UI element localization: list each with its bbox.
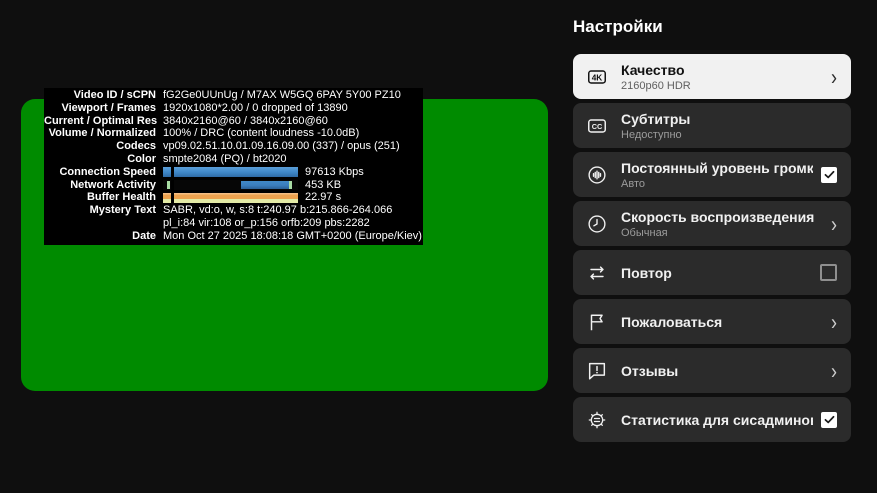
settings-item-quality[interactable]: 4K Качество 2160p60 HDR › <box>573 54 851 99</box>
settings-item-title: Субтитры <box>621 111 837 127</box>
graph-bar <box>174 180 298 190</box>
stats-label: Buffer Health <box>44 191 163 204</box>
settings-item-title: Скорость воспроизведения <box>621 209 823 225</box>
settings-item-report[interactable]: Пожаловаться › <box>573 299 851 344</box>
stats-row: pl_i:84 vir:108 or_p:156 orfb:209 pbs:22… <box>44 217 423 230</box>
chevron-right-icon: › <box>831 65 837 88</box>
speed-graph <box>163 167 298 177</box>
activity-burst <box>241 181 289 189</box>
badge-4k-icon: 4K <box>585 65 609 89</box>
settings-item-texts: Качество 2160p60 HDR <box>621 62 823 92</box>
settings-item-texts: Субтитры Недоступно <box>621 111 837 141</box>
date-value: Mon Oct 27 2025 18:08:18 GMT+0200 (Europ… <box>163 230 423 243</box>
settings-item-subtitle: Недоступно <box>621 129 837 141</box>
settings-item-texts: Повтор <box>621 265 812 281</box>
settings-item-texts: Постоянный уровень громко... Авто <box>621 160 813 190</box>
stats-value: smpte2084 (PQ) / bt2020 <box>163 153 423 166</box>
settings-menu: 4K Качество 2160p60 HDR › CC Субтитры Недоступ… <box>573 54 851 442</box>
stats-label: Color <box>44 153 163 166</box>
settings-item-texts: Отзывы <box>621 363 823 379</box>
graph-segment <box>163 193 171 203</box>
settings-item-subtitle: Обычная <box>621 227 823 239</box>
activity-tick <box>289 181 292 189</box>
stats-row: Colorsmpte2084 (PQ) / bt2020 <box>44 153 423 166</box>
chevron-right-icon: › <box>831 310 837 333</box>
stats-row: Viewport / Frames1920x1080*2.00 / 0 drop… <box>44 102 423 115</box>
stats-label: Video ID / sCPN <box>44 89 163 102</box>
stats-row: Current / Optimal Res3840x2160@60 / 3840… <box>44 115 423 128</box>
constant-volume-icon <box>585 163 609 187</box>
checkbox-checked[interactable] <box>821 167 837 183</box>
graph-segment <box>163 180 171 190</box>
graph-bar <box>174 193 298 203</box>
settings-item-title: Статистика для сисадминов <box>621 412 813 428</box>
stats-label: Network Activity <box>44 179 163 192</box>
chevron-right-icon: › <box>831 359 837 382</box>
stats-value: fG2Ge0UUnUg / M7AX W5GQ 6PAY 5Y00 PZ10 <box>163 89 423 102</box>
stats-graph-row: Buffer Health 22.97 s <box>44 191 423 204</box>
tv-app-screen: Video ID / sCPNfG2Ge0UUnUg / M7AX W5GQ 6… <box>0 0 877 493</box>
stats-label: Codecs <box>44 140 163 153</box>
stats-row: Mystery TextSABR, vd:o, w, s:8 t:240.97 … <box>44 204 423 217</box>
chevron-right-icon: › <box>831 212 837 235</box>
settings-item-feedback[interactable]: Отзывы › <box>573 348 851 393</box>
mystery-text-line1: SABR, vd:o, w, s:8 t:240.97 b:215.866-26… <box>163 204 423 217</box>
settings-item-repeat[interactable]: Повтор <box>573 250 851 295</box>
stats-value: 3840x2160@60 / 3840x2160@60 <box>163 115 423 128</box>
stats-label: Connection Speed <box>44 166 163 179</box>
settings-item-playback-speed[interactable]: Скорость воспроизведения Обычная › <box>573 201 851 246</box>
stats-row: Volume / Normalized100% / DRC (content l… <box>44 127 423 140</box>
svg-text:CC: CC <box>592 121 603 130</box>
settings-item-title: Повтор <box>621 265 812 281</box>
stats-row: Video ID / sCPNfG2Ge0UUnUg / M7AX W5GQ 6… <box>44 89 423 102</box>
graph-value: 453 KB <box>305 179 423 192</box>
mystery-text-line2: pl_i:84 vir:108 or_p:156 orfb:209 pbs:22… <box>163 217 423 230</box>
stats-for-nerds-overlay: Video ID / sCPNfG2Ge0UUnUg / M7AX W5GQ 6… <box>44 88 423 245</box>
settings-item-subtitle: 2160p60 HDR <box>621 80 823 92</box>
stats-graph-row: Connection Speed 97613 Kbps <box>44 166 423 179</box>
stats-value: 1920x1080*2.00 / 0 dropped of 13890 <box>163 102 423 115</box>
settings-item-stable-volume[interactable]: Постоянный уровень громко... Авто <box>573 152 851 197</box>
graph-value: 97613 Kbps <box>305 166 423 179</box>
settings-item-texts: Пожаловаться <box>621 314 823 330</box>
settings-item-texts: Статистика для сисадминов <box>621 412 813 428</box>
activity-tick <box>167 181 170 189</box>
stats-label: Volume / Normalized <box>44 127 163 140</box>
mystery-text-label: Mystery Text <box>44 204 163 217</box>
settings-item-title: Пожаловаться <box>621 314 823 330</box>
settings-item-subtitles[interactable]: CC Субтитры Недоступно <box>573 103 851 148</box>
stats-graph-row: Network Activity 453 KB <box>44 179 423 192</box>
stats-row: DateMon Oct 27 2025 18:08:18 GMT+0200 (E… <box>44 230 423 243</box>
settings-item-title: Постоянный уровень громко... <box>621 160 813 176</box>
checkbox-checked[interactable] <box>821 412 837 428</box>
date-label: Date <box>44 230 163 243</box>
checkbox-unchecked[interactable] <box>820 264 837 281</box>
stats-row: Codecsvp09.02.51.10.01.09.16.09.00 (337)… <box>44 140 423 153</box>
flag-icon <box>585 310 609 334</box>
stats-value: 100% / DRC (content loudness -10.0dB) <box>163 127 423 140</box>
stats-nerds-icon <box>585 408 609 432</box>
badge-cc-icon: CC <box>585 114 609 138</box>
feedback-icon <box>585 359 609 383</box>
stats-label: Current / Optimal Res <box>44 115 163 128</box>
svg-text:4K: 4K <box>592 73 603 82</box>
settings-item-texts: Скорость воспроизведения Обычная <box>621 209 823 239</box>
settings-item-title: Отзывы <box>621 363 823 379</box>
settings-item-title: Качество <box>621 62 823 78</box>
settings-item-subtitle: Авто <box>621 178 813 190</box>
stats-value: vp09.02.51.10.01.09.16.09.00 (337) / opu… <box>163 140 423 153</box>
activity-graph <box>163 180 298 190</box>
graph-value: 22.97 s <box>305 191 423 204</box>
stats-label: Viewport / Frames <box>44 102 163 115</box>
repeat-icon <box>585 261 609 285</box>
settings-panel-title: Настройки <box>573 17 663 37</box>
graph-segment <box>163 167 171 177</box>
settings-item-stats-for-nerds[interactable]: Статистика для сисадминов <box>573 397 851 442</box>
buffer-graph <box>163 193 298 203</box>
graph-bar <box>174 167 298 177</box>
clock-icon <box>585 212 609 236</box>
